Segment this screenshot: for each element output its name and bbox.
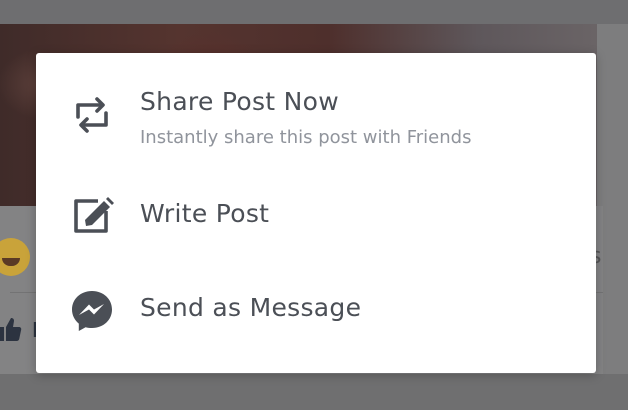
share-post-now-description: Instantly share this post with Friends <box>140 127 472 148</box>
send-as-message-label: Send as Message <box>140 293 362 322</box>
background-bottom-bar <box>0 374 628 410</box>
write-post-option[interactable]: Write Post <box>36 187 596 271</box>
write-post-label: Write Post <box>140 199 270 228</box>
thumbs-up-icon <box>0 316 22 342</box>
share-post-now-option[interactable]: Share Post Now Instantly share this post… <box>36 75 596 185</box>
share-post-now-label: Share Post Now <box>140 87 339 116</box>
repost-icon <box>68 91 116 139</box>
send-as-message-option[interactable]: Send as Message <box>36 273 596 363</box>
share-options-dialog: Share Post Now Instantly share this post… <box>36 53 596 373</box>
messenger-icon <box>68 287 116 335</box>
background-top-bar <box>0 0 628 24</box>
compose-icon <box>68 191 116 239</box>
